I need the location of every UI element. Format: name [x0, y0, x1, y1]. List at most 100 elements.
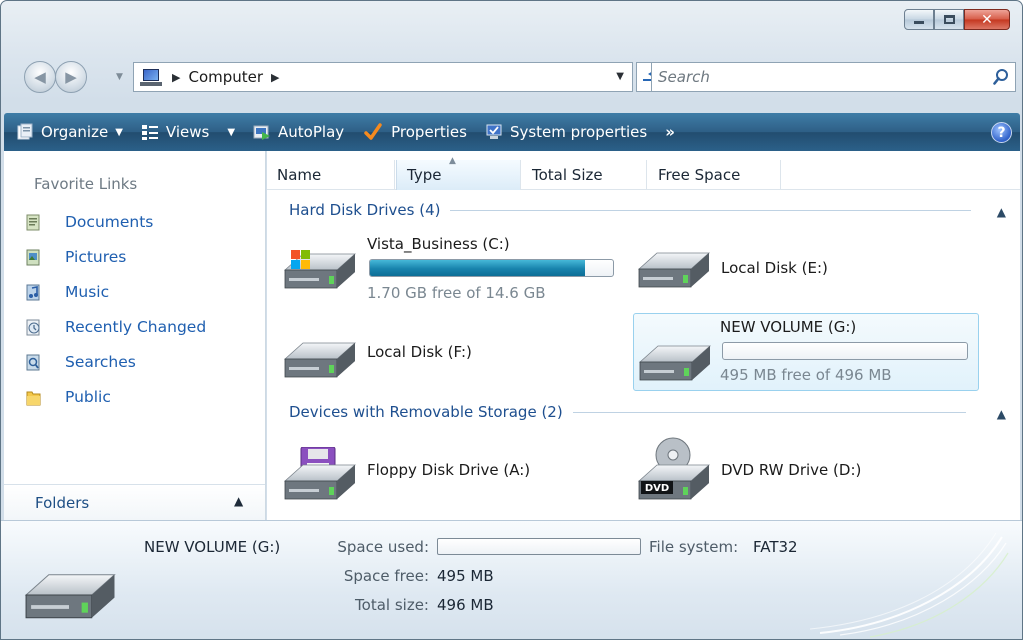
drive-name: Vista_Business (C:): [367, 235, 510, 253]
properties-button[interactable]: Properties: [362, 123, 467, 141]
search-box[interactable]: [651, 62, 1016, 92]
drive-item-d[interactable]: DVD DVD RW Drive (D:): [635, 437, 975, 503]
system-properties-icon: [486, 124, 502, 139]
views-label: Views: [165, 123, 210, 141]
back-arrow-icon: ◀: [34, 68, 46, 86]
back-button[interactable]: ◀: [24, 61, 56, 93]
autoplay-icon: [253, 125, 271, 140]
caption-buttons: ✕: [904, 9, 1010, 30]
group-divider: [450, 209, 972, 211]
organize-label: Organize: [41, 123, 109, 141]
chevron-up-icon: ▲: [234, 494, 244, 508]
maximize-button[interactable]: [934, 9, 964, 30]
searches-icon: [26, 354, 40, 370]
drive-item-g-selected[interactable]: NEW VOLUME (G:) 495 MB free of 496 MB: [633, 313, 979, 391]
drive-item-c[interactable]: Vista_Business (C:) 1.70 GB free of 14.6…: [277, 235, 627, 305]
favorite-link-label: Public: [65, 388, 111, 406]
search-input[interactable]: [658, 68, 978, 86]
selected-drive-icon: [25, 574, 116, 619]
command-bar: Organize ▼ Views ▼ AutoPlay Properties S…: [4, 113, 1020, 151]
favorite-link-label: Searches: [65, 353, 136, 371]
column-header-type[interactable]: ▲ Type: [396, 156, 521, 190]
chevron-up-icon[interactable]: ▲: [997, 205, 1006, 219]
dvd-label: DVD: [645, 483, 669, 494]
favorite-link-pictures[interactable]: Pictures: [26, 244, 126, 270]
drive-free-space: 1.70 GB free of 14.6 GB: [367, 284, 546, 302]
favorite-link-music[interactable]: Music: [26, 279, 109, 305]
drive-item-f[interactable]: Local Disk (F:): [281, 331, 621, 381]
hard-drive-icon: [284, 342, 356, 378]
navigation-pane: Favorite Links Documents Pictures Music …: [4, 151, 266, 520]
details-file-system-label: File system:: [649, 538, 739, 556]
organize-button[interactable]: Organize ▼: [16, 123, 123, 141]
column-header-free-space[interactable]: Free Space: [648, 160, 781, 190]
checkmark-icon: [364, 123, 382, 140]
group-header-removable-storage[interactable]: Devices with Removable Storage (2): [289, 403, 989, 421]
favorite-link-label: Pictures: [65, 248, 127, 266]
favorite-link-public[interactable]: Public: [26, 384, 111, 410]
breadcrumb-arrow-icon[interactable]: ▶: [172, 71, 180, 84]
favorite-link-recently-changed[interactable]: Recently Changed: [26, 314, 206, 340]
dvd-drive-icon: DVD: [638, 437, 710, 500]
public-folder-icon: [26, 391, 41, 405]
pictures-icon: [26, 249, 40, 265]
close-icon: ✕: [981, 11, 993, 28]
column-header-name[interactable]: Name: [267, 160, 395, 190]
hard-drive-icon: [638, 252, 710, 288]
drive-name: Local Disk (F:): [367, 343, 472, 361]
details-space-free-label: Space free:: [343, 567, 429, 585]
system-drive-icon: [284, 250, 356, 289]
help-icon: ?: [997, 124, 1006, 141]
autoplay-button[interactable]: AutoPlay: [253, 123, 344, 141]
system-properties-label: System properties: [509, 123, 648, 141]
help-button[interactable]: ?: [991, 122, 1012, 143]
drive-item-e[interactable]: Local Disk (E:): [635, 243, 975, 293]
drive-name: NEW VOLUME (G:): [720, 318, 857, 336]
group-title: Hard Disk Drives (4): [289, 201, 441, 219]
favorite-link-searches[interactable]: Searches: [26, 349, 136, 375]
views-button[interactable]: Views ▼: [141, 123, 235, 141]
details-total-size-label: Total size:: [355, 596, 429, 614]
folders-label: Folders: [35, 494, 90, 512]
folders-bar[interactable]: Folders ▲: [4, 484, 265, 520]
forward-arrow-icon: ▶: [65, 68, 77, 86]
drive-capacity-bar: [722, 342, 968, 360]
address-bar[interactable]: ▶ Computer ▶ ▼: [133, 62, 633, 92]
address-dropdown-icon[interactable]: ▼: [616, 71, 624, 82]
drive-free-space: 495 MB free of 496 MB: [720, 366, 892, 384]
drive-name: DVD RW Drive (D:): [721, 461, 862, 479]
column-header-row: Name ▲ Type Total Size Free Space: [267, 156, 1020, 190]
search-icon[interactable]: [993, 68, 1009, 86]
breadcrumb-arrow-icon[interactable]: ▶: [271, 71, 279, 84]
details-space-free-value: 495 MB: [437, 567, 494, 585]
favorite-link-label: Music: [65, 283, 110, 301]
group-divider: [572, 411, 966, 413]
group-header-hard-disk-drives[interactable]: Hard Disk Drives (4): [289, 201, 989, 219]
favorite-link-label: Recently Changed: [65, 318, 207, 336]
column-header-total-size[interactable]: Total Size: [522, 160, 647, 190]
system-properties-button[interactable]: System properties: [485, 123, 647, 141]
drive-capacity-bar: [369, 259, 614, 277]
chevron-down-icon: ▼: [227, 126, 236, 138]
maximize-icon: [943, 15, 955, 24]
drive-item-a[interactable]: Floppy Disk Drive (A:): [281, 441, 621, 503]
chevron-up-icon[interactable]: ▲: [997, 407, 1006, 421]
favorite-link-documents[interactable]: Documents: [26, 209, 153, 235]
music-icon: [26, 284, 40, 300]
minimize-button[interactable]: [904, 9, 934, 30]
recent-pages-button[interactable]: ▼: [116, 72, 123, 82]
breadcrumb-computer[interactable]: Computer: [188, 68, 263, 86]
explorer-window: ✕ ◀ ▶ ▼ ▶ Computer ▶ ▼ Search Organize ▼…: [0, 0, 1023, 640]
group-title: Devices with Removable Storage (2): [289, 403, 563, 421]
minimize-icon: [914, 21, 924, 24]
organize-icon: [17, 123, 33, 140]
views-icon: [141, 125, 158, 140]
more-commands-button[interactable]: »: [665, 123, 675, 141]
details-pane: NEW VOLUME (G:) Space used: File system:…: [1, 520, 1022, 639]
floppy-drive-icon: [284, 447, 356, 500]
details-file-system-value: FAT32: [753, 538, 798, 556]
forward-button[interactable]: ▶: [55, 61, 87, 93]
close-button[interactable]: ✕: [964, 9, 1010, 30]
documents-icon: [26, 214, 40, 230]
details-total-size-value: 496 MB: [437, 596, 494, 614]
